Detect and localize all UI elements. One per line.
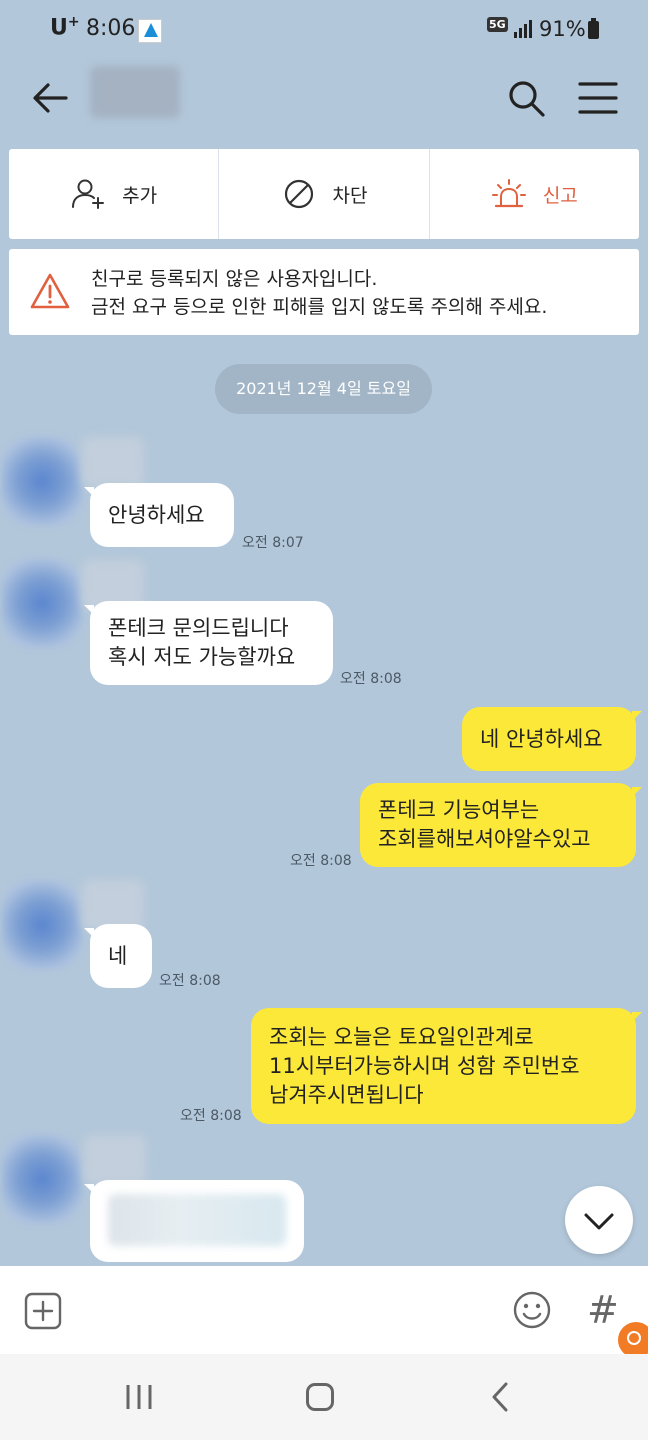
status-time: 8:06: [86, 16, 136, 41]
message-bubble-outgoing[interactable]: 폰테크 기능여부는 조회를해보셔야알수있고: [360, 783, 642, 867]
message-bubble-incoming[interactable]: 네: [84, 924, 152, 988]
battery-icon: [588, 18, 599, 39]
avatar[interactable]: [2, 1134, 82, 1224]
warning-triangle-icon: [30, 273, 70, 309]
chevron-down-icon: [584, 1213, 614, 1230]
status-bar: U+ 8:06 5G 91%: [0, 0, 648, 48]
warning-text: 친구로 등록되지 않은 사용자입니다. 금전 요구 등으로 인한 피해를 입지 …: [91, 265, 547, 321]
warning-line-2: 금전 요구 등으로 인한 피해를 입지 않도록 주의해 주세요.: [91, 296, 548, 318]
home-icon[interactable]: [306, 1383, 334, 1411]
message-bubble-incoming[interactable]: 안녕하세요: [84, 483, 234, 547]
message-text: 폰테크 기능여부는: [378, 798, 540, 822]
message-text: 안녕하세요: [108, 502, 205, 527]
sender-name: [82, 880, 144, 930]
avatar[interactable]: [2, 436, 82, 526]
add-friend-icon: [72, 179, 105, 209]
message-time: 오전 8:08: [159, 973, 221, 989]
battery-percent: 91%: [539, 17, 586, 41]
floating-badge-icon[interactable]: [618, 1322, 648, 1358]
carrier-label: U+: [50, 14, 80, 41]
add-friend-button[interactable]: 추가: [9, 149, 220, 239]
report-label: 신고: [542, 184, 578, 207]
add-friend-label: 추가: [122, 184, 158, 207]
message-bubble-outgoing[interactable]: 조회는 오늘은 토요일인관계로 11시부터가능하시며 성함 주민번호 남겨주시면…: [251, 1008, 642, 1124]
sender-name: [84, 1135, 146, 1185]
message-time: 오전 8:08: [290, 853, 352, 869]
chat-partner-name[interactable]: [90, 66, 180, 118]
recent-apps-icon[interactable]: [126, 1384, 152, 1410]
chat-header: [0, 48, 648, 148]
message-bubble-incoming-blurred[interactable]: [84, 1180, 304, 1262]
scroll-to-bottom-button[interactable]: [565, 1186, 633, 1254]
app-notification-icon: [138, 19, 162, 43]
date-divider: 2021년 12월 4일 토요일: [215, 364, 432, 414]
network-type-badge: 5G: [487, 17, 508, 32]
siren-icon: [491, 179, 526, 208]
hamburger-menu-icon[interactable]: [578, 82, 618, 114]
message-text: 네 안녕하세요: [480, 726, 603, 751]
message-text: 11시부터가능하시며 성함 주민번호: [269, 1053, 580, 1078]
search-icon[interactable]: [506, 78, 546, 118]
message-text: 폰테크 문의드립니다: [108, 616, 289, 640]
message-text: 조회는 오늘은 토요일인관계로: [269, 1024, 534, 1049]
stranger-warning-banner: 친구로 등록되지 않은 사용자입니다. 금전 요구 등으로 인한 피해를 입지 …: [9, 249, 639, 335]
message-text: 남겨주시면됩니다: [269, 1082, 424, 1107]
message-text: 네: [108, 943, 128, 968]
message-time: 오전 8:08: [340, 671, 402, 687]
signal-icon: [514, 20, 532, 38]
avatar[interactable]: [2, 558, 82, 648]
block-button[interactable]: 차단: [219, 149, 430, 239]
message-text: 조회를해보셔야알수있고: [378, 827, 591, 851]
message-bubble-outgoing[interactable]: 네 안녕하세요: [462, 707, 642, 771]
message-text: 혹시 저도 가능할까요: [108, 645, 296, 669]
message-time: 오전 8:08: [180, 1108, 242, 1124]
block-label: 차단: [332, 184, 368, 207]
blurred-content: [108, 1194, 286, 1246]
message-bubble-incoming[interactable]: 폰테크 문의드립니다 혹시 저도 가능할까요: [84, 601, 333, 685]
plus-square-icon[interactable]: [24, 1292, 62, 1330]
message-time: 오전 8:07: [242, 535, 304, 551]
sender-name: [82, 437, 144, 487]
nav-back-icon[interactable]: [490, 1382, 510, 1412]
block-icon: [284, 179, 313, 209]
report-button[interactable]: 신고: [430, 149, 639, 239]
arrow-left-icon[interactable]: [30, 78, 70, 118]
message-input-bar: #: [0, 1266, 648, 1358]
warning-line-1: 친구로 등록되지 않은 사용자입니다.: [91, 268, 378, 290]
hashtag-icon[interactable]: #: [587, 1288, 619, 1332]
avatar[interactable]: [2, 880, 82, 970]
stranger-action-bar: 추가 차단 신고: [9, 149, 639, 239]
system-nav-bar: [0, 1354, 648, 1440]
emoji-icon[interactable]: [512, 1290, 552, 1330]
